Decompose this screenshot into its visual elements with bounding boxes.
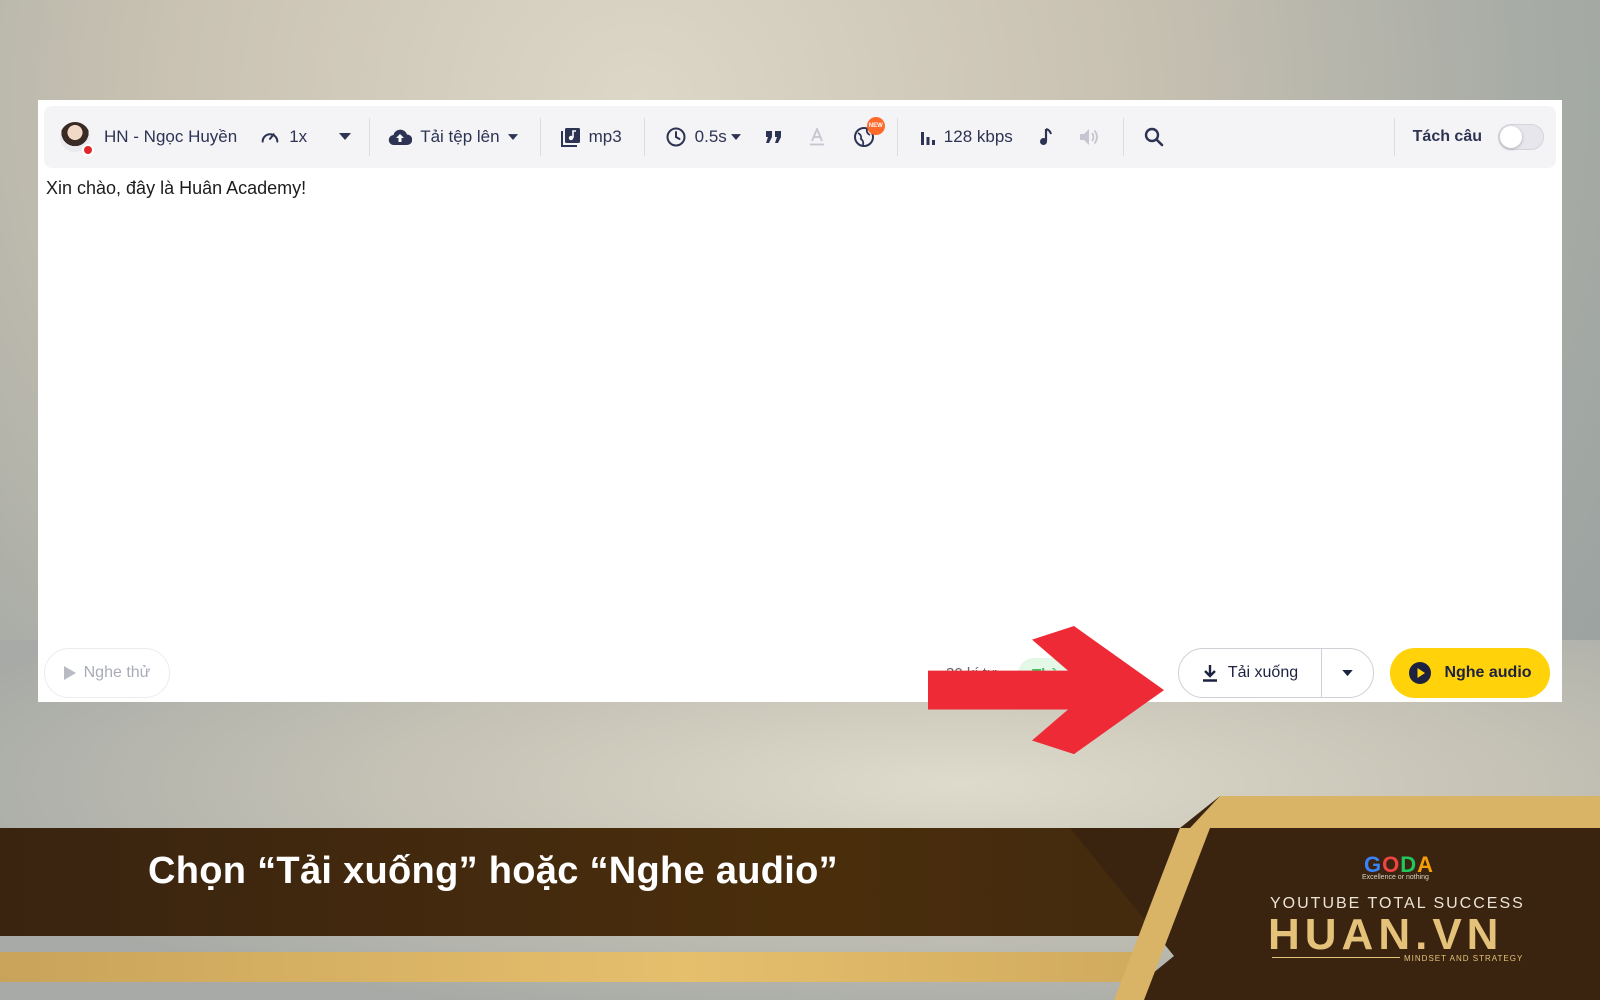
voice-name: HN - Ngọc Huyền xyxy=(104,127,238,146)
listen-label: Nghe audio xyxy=(1444,664,1532,681)
upload-file-button[interactable]: Tải tệp lên xyxy=(388,127,518,147)
tts-editor-card: HN - Ngọc Huyền 1x Tải tệp lên mp3 0.5s … xyxy=(38,100,1562,702)
download-button[interactable]: Tải xuống xyxy=(1179,649,1321,697)
brand-name: HUAN.VN xyxy=(1268,910,1504,959)
toolbar-divider xyxy=(1393,118,1395,156)
brand-subtitle: MINDSET AND STRATEGY xyxy=(1404,954,1524,963)
toolbar-divider xyxy=(369,118,371,156)
bar-chart-icon xyxy=(920,129,936,145)
clock-icon xyxy=(665,126,687,148)
voice-selector[interactable]: HN - Ngọc Huyền xyxy=(60,122,238,156)
text-editor[interactable]: Xin chào, đây là Huân Academy! xyxy=(46,178,306,199)
chevron-down-icon xyxy=(730,133,741,141)
bitrate-value: 128 kbps xyxy=(943,127,1013,146)
preview-label: Nghe thử xyxy=(83,664,151,681)
bitrate-selector[interactable]: 128 kbps xyxy=(920,127,1013,147)
split-sentence-toggle[interactable]: Tách câu xyxy=(1413,124,1544,150)
download-label: Tải xuống xyxy=(1227,664,1299,681)
chevron-down-icon[interactable] xyxy=(339,133,352,141)
chevron-down-icon xyxy=(1342,669,1353,677)
speed-value: 1x xyxy=(289,127,308,146)
toggle-knob xyxy=(1500,126,1522,148)
chevron-down-icon xyxy=(507,133,518,141)
pause-selector[interactable]: 0.5s xyxy=(665,126,741,148)
upload-label: Tải tệp lên xyxy=(420,127,500,146)
red-arrow-annotation xyxy=(928,626,1164,755)
preview-button[interactable]: Nghe thử xyxy=(44,648,170,698)
gold-stripe xyxy=(0,952,1140,982)
play-icon xyxy=(63,666,76,680)
download-options-button[interactable] xyxy=(1321,649,1373,697)
vietnam-flag-icon xyxy=(82,144,94,156)
split-sentence-label: Tách câu xyxy=(1412,128,1482,145)
download-button-group: Tải xuống xyxy=(1178,648,1374,698)
search-icon[interactable] xyxy=(1144,127,1164,147)
toolbar-divider xyxy=(896,118,898,156)
download-icon xyxy=(1202,664,1218,682)
music-library-icon xyxy=(560,127,581,147)
quote-icon[interactable] xyxy=(765,130,783,144)
brand-divider xyxy=(1272,957,1400,958)
voice-avatar xyxy=(60,122,94,156)
listen-audio-button[interactable]: Nghe audio xyxy=(1390,648,1550,698)
toolbar: HN - Ngọc Huyền 1x Tải tệp lên mp3 0.5s … xyxy=(44,106,1556,168)
format-selector[interactable]: mp3 xyxy=(560,127,622,147)
speed-selector[interactable]: 1x xyxy=(259,126,352,148)
play-circle-icon xyxy=(1408,661,1432,685)
format-value: mp3 xyxy=(588,127,622,146)
text-format-icon[interactable] xyxy=(809,128,825,146)
split-sentence-switch[interactable] xyxy=(1498,124,1544,150)
music-note-icon[interactable] xyxy=(1039,128,1053,146)
toolbar-divider xyxy=(1122,118,1124,156)
volume-icon[interactable] xyxy=(1079,128,1101,146)
cloud-upload-icon xyxy=(388,128,413,146)
speedometer-icon xyxy=(259,126,281,148)
globe-language-icon[interactable]: NEW xyxy=(853,117,885,148)
goda-tagline: Excellence or nothing xyxy=(1362,874,1429,881)
toolbar-divider xyxy=(539,118,541,156)
pause-value: 0.5s xyxy=(694,127,727,146)
caption-text: Chọn “Tải xuống” hoặc “Nghe audio” xyxy=(148,850,838,892)
toolbar-divider xyxy=(643,118,645,156)
new-badge: NEW xyxy=(866,117,885,135)
